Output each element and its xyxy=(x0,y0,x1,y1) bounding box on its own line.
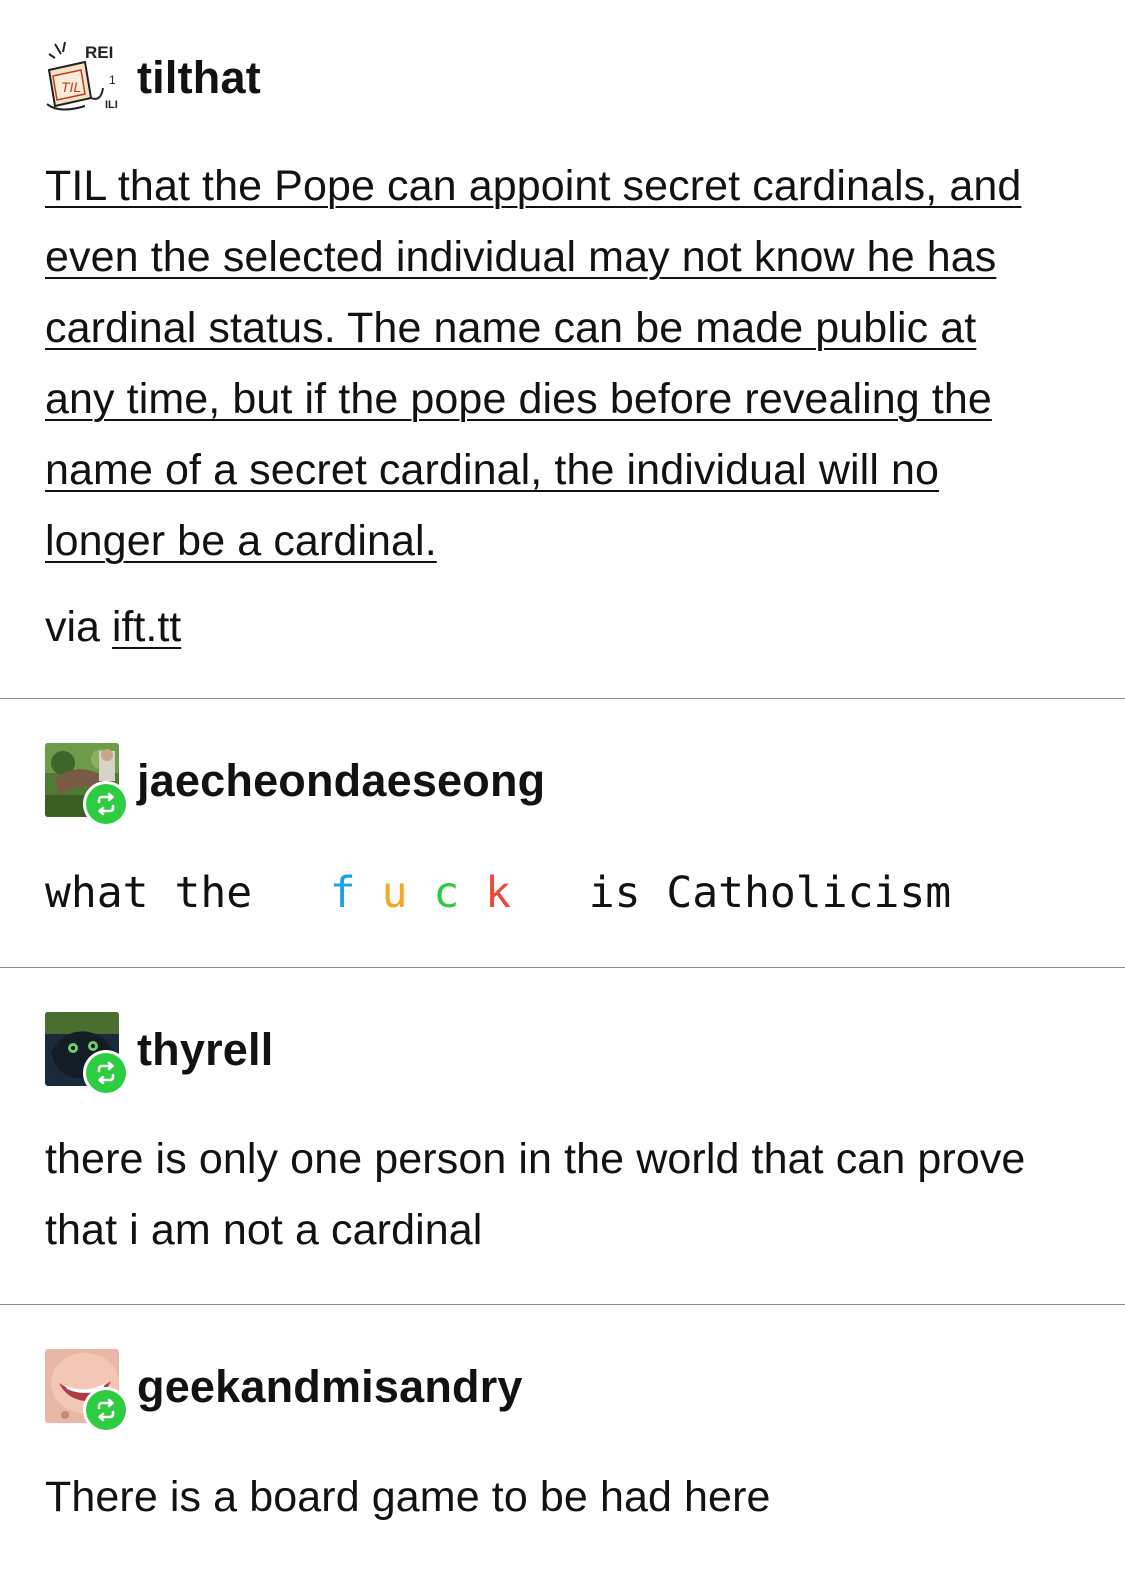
post-jaecheondaeseong: jaecheondaeseong xyxy=(0,699,1125,969)
username[interactable]: tilthat xyxy=(137,55,261,100)
text-before: what the xyxy=(45,868,253,918)
reblog-badge xyxy=(83,1387,129,1433)
post-header: thyrell xyxy=(45,1012,273,1096)
username[interactable]: thyrell xyxy=(137,1027,273,1072)
text-after: is Catholicism xyxy=(588,868,952,918)
reblog-badge xyxy=(83,781,129,827)
post-tilthat: TIL REI 1 ILI tilthat TIL that the Pope … xyxy=(0,0,1125,700)
reblog-icon xyxy=(86,1053,126,1093)
reblog-badge xyxy=(83,1050,129,1096)
post-geekandmisandry: geekandmisandry There is a board game to… xyxy=(0,1305,1125,1591)
avatar[interactable]: TIL REI 1 ILI xyxy=(45,40,119,114)
colored-letter-2: u xyxy=(381,868,408,918)
username[interactable]: jaecheondaeseong xyxy=(137,758,545,803)
via-label: via xyxy=(45,603,100,651)
avatar[interactable] xyxy=(45,1012,129,1096)
avatar[interactable] xyxy=(45,1349,129,1433)
post-body: There is a board game to be had here xyxy=(45,1473,771,1521)
post-header: geekandmisandry xyxy=(45,1349,523,1433)
colored-letter-4: k xyxy=(485,868,512,918)
svg-text:REI: REI xyxy=(85,43,113,62)
post-body: TIL that the Pope can appoint secret car… xyxy=(45,151,1055,577)
post-body: what the f u c k is Catholicism xyxy=(45,863,951,923)
colored-letter-1: f xyxy=(329,868,356,918)
post-header: TIL REI 1 ILI tilthat xyxy=(45,40,261,114)
reblog-icon xyxy=(86,1390,126,1430)
til-logo-icon: TIL REI 1 ILI xyxy=(45,40,119,114)
svg-text:ILI: ILI xyxy=(105,99,118,111)
colored-letter-3: c xyxy=(433,868,460,918)
post-link[interactable]: TIL that the Pope can appoint secret car… xyxy=(45,162,1021,565)
reblog-icon xyxy=(86,784,126,824)
avatar[interactable] xyxy=(45,743,129,827)
svg-text:1: 1 xyxy=(109,73,116,87)
via-link[interactable]: ift.tt xyxy=(112,603,181,651)
username[interactable]: geekandmisandry xyxy=(137,1364,523,1409)
svg-text:TIL: TIL xyxy=(61,79,81,95)
post-body: there is only one person in the world th… xyxy=(45,1135,1026,1254)
post-thyrell: thyrell there is only one person in the … xyxy=(0,968,1125,1305)
post-header: jaecheondaeseong xyxy=(45,743,545,827)
via-line: via ift.tt xyxy=(45,597,181,657)
